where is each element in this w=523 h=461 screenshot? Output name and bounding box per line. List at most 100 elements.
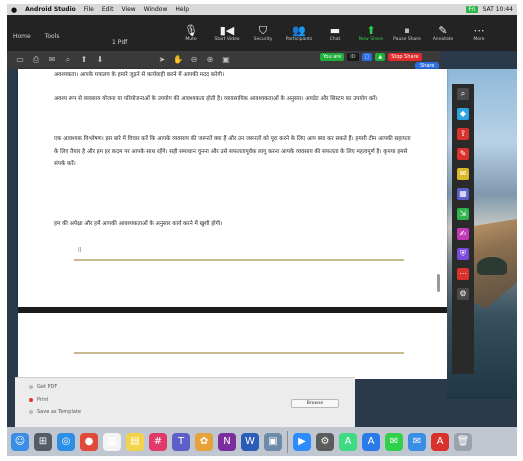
android-studio-icon[interactable]: A bbox=[339, 432, 357, 451]
radio-dot-selected bbox=[29, 397, 33, 402]
status-badge[interactable]: Fri bbox=[466, 6, 478, 13]
stop-share-button[interactable]: Stop Share bbox=[388, 53, 422, 61]
tab-home[interactable]: Home bbox=[13, 33, 31, 40]
search-doc-icon[interactable]: ⌕ bbox=[63, 55, 73, 65]
document-page[interactable]: अवश्यकता। आपके मत्रालय के हमारे जुड़ने स… bbox=[18, 69, 447, 307]
acrobat-icon[interactable]: A bbox=[431, 432, 449, 451]
finder-icon[interactable]: ☺ bbox=[11, 432, 29, 451]
menu-bar: ● Android Studio File Edit View Window H… bbox=[7, 4, 517, 15]
dialog-row-print[interactable]: Print bbox=[29, 397, 49, 403]
menu-app-name[interactable]: Android Studio bbox=[25, 6, 76, 13]
wallpaper-island bbox=[477, 257, 507, 275]
dialog-row-save-template[interactable]: Save as Template bbox=[29, 409, 81, 415]
more-tools-icon[interactable]: ⋯ bbox=[457, 268, 469, 280]
search-icon[interactable]: ⌕ bbox=[457, 88, 469, 100]
slack-icon[interactable]: # bbox=[149, 432, 167, 451]
share-icon: ⬆ bbox=[366, 24, 376, 37]
fill-sign-icon[interactable]: ✍ bbox=[457, 228, 469, 240]
zoom-toolbar: Home Tools 1 Pdf 🎙 Mute ▮◀ Start Video ⛉ Se… bbox=[7, 15, 517, 51]
safari-icon[interactable]: ◎ bbox=[57, 432, 75, 451]
document-page-2[interactable] bbox=[18, 313, 447, 379]
menu-view[interactable]: View bbox=[121, 6, 135, 13]
scrollbar-thumb[interactable] bbox=[437, 274, 440, 292]
edit-pdf-icon[interactable]: ✎ bbox=[457, 148, 469, 160]
chrome-icon[interactable]: ● bbox=[80, 432, 98, 451]
security-button[interactable]: ⛉ Security bbox=[245, 17, 281, 49]
appstore-icon[interactable]: A bbox=[362, 432, 380, 451]
trash-icon[interactable]: 🗑 bbox=[454, 432, 472, 451]
settings-icon[interactable]: ⚙ bbox=[457, 288, 469, 300]
zoom-out-icon[interactable]: ⊖ bbox=[189, 55, 199, 65]
save-icon[interactable]: ▭ bbox=[15, 55, 25, 65]
comment-icon[interactable]: ✉ bbox=[457, 168, 469, 180]
launchpad-icon[interactable]: ⊞ bbox=[34, 432, 52, 451]
participants-icon: 👥 bbox=[292, 24, 306, 37]
participants-button[interactable]: 👥 Participants bbox=[281, 17, 317, 49]
page-down-icon[interactable]: ⬇ bbox=[95, 55, 105, 65]
select-cursor-icon[interactable]: ➤ bbox=[157, 55, 167, 65]
browse-button[interactable]: Browse bbox=[291, 399, 339, 408]
mute-label: Mute bbox=[185, 37, 197, 42]
dock: ☺ ⊞ ◎ ● ▦ ▤ # T ✿ N W ▣ ▶ ⚙ A A ✉ ✉ A 🗑 bbox=[7, 427, 517, 456]
app-tabs: Home Tools bbox=[13, 33, 60, 40]
menu-clock[interactable]: SAT 10:44 bbox=[483, 6, 513, 13]
preview-icon[interactable]: ▣ bbox=[264, 432, 282, 451]
text-cursor: || bbox=[78, 247, 82, 253]
protect-icon[interactable]: ⛨ bbox=[457, 248, 469, 260]
apple-menu-icon[interactable]: ● bbox=[11, 6, 17, 14]
calendar-icon[interactable]: ▦ bbox=[103, 432, 121, 451]
print-icon[interactable]: ⎙ bbox=[31, 55, 41, 65]
shapes-icon[interactable]: ◆ bbox=[457, 108, 469, 120]
messages-icon[interactable]: ✉ bbox=[385, 432, 403, 451]
screen: ● Android Studio File Edit View Window H… bbox=[7, 4, 517, 456]
zoom-icon[interactable]: ▶ bbox=[293, 432, 311, 451]
radio-dot bbox=[29, 409, 33, 414]
compress-icon[interactable]: ⇲ bbox=[457, 208, 469, 220]
dialog-row-label: Print bbox=[37, 397, 49, 403]
new-share-label: New Share bbox=[358, 37, 384, 42]
more-icon: ⋯ bbox=[473, 24, 485, 37]
page-rule-2 bbox=[74, 352, 404, 354]
menu-file[interactable]: File bbox=[84, 6, 94, 13]
notes-icon[interactable]: ▤ bbox=[126, 432, 144, 451]
dialog-row-label: Get PDF bbox=[37, 384, 58, 390]
start-video-label: Start Video bbox=[214, 37, 240, 42]
zoom-in-icon[interactable]: ⊕ bbox=[205, 55, 215, 65]
mail-icon[interactable]: ✉ bbox=[408, 432, 426, 451]
chat-icon: ▬ bbox=[329, 24, 341, 37]
share-status-bar: You are ID ▢ ▲ Stop Share bbox=[320, 53, 422, 61]
view-options-button[interactable]: ▢ bbox=[361, 53, 373, 61]
document-tab-title[interactable]: 1 Pdf bbox=[112, 39, 127, 46]
photos-icon[interactable]: ✿ bbox=[195, 432, 213, 451]
start-video-button[interactable]: ▮◀ Start Video bbox=[209, 17, 245, 49]
hand-tool-icon[interactable]: ✋ bbox=[173, 55, 183, 65]
menu-status-area: Fri SAT 10:44 bbox=[466, 6, 517, 13]
pause-share-button[interactable]: ⏸ Pause Share bbox=[389, 17, 425, 49]
background-dialog: Get PDF Print Save as Template Browse bbox=[15, 377, 355, 427]
menu-edit[interactable]: Edit bbox=[102, 6, 114, 13]
word-icon[interactable]: W bbox=[241, 432, 259, 451]
paragraph-0: अवश्यकता। आपके मत्रालय के हमारे जुड़ने स… bbox=[54, 72, 225, 78]
shield-icon: ⛉ bbox=[258, 24, 268, 37]
new-share-button[interactable]: ⬆ New Share bbox=[353, 17, 389, 49]
teams-icon[interactable]: T bbox=[172, 432, 190, 451]
pause-icon: ⏸ bbox=[404, 24, 410, 37]
onenote-icon[interactable]: N bbox=[218, 432, 236, 451]
dialog-row-get-pdf[interactable]: Get PDF bbox=[29, 384, 57, 390]
menu-help[interactable]: Help bbox=[175, 6, 189, 13]
annotate-button[interactable]: ✎ Annotate bbox=[425, 17, 461, 49]
export-pdf-icon[interactable]: ⇪ bbox=[457, 128, 469, 140]
tab-tools[interactable]: Tools bbox=[45, 33, 60, 40]
pause-share-label: Pause Share bbox=[393, 37, 421, 42]
page-up-icon[interactable]: ⬆ bbox=[79, 55, 89, 65]
share-toggle-button[interactable]: ▲ bbox=[375, 53, 386, 61]
email-icon[interactable]: ✉ bbox=[47, 55, 57, 65]
mute-button[interactable]: 🎙 Mute bbox=[173, 17, 209, 49]
fit-page-icon[interactable]: ▣ bbox=[221, 55, 231, 65]
participants-label: Participants bbox=[285, 37, 313, 42]
menu-window[interactable]: Window bbox=[144, 6, 168, 13]
more-button[interactable]: ⋯ More bbox=[461, 17, 497, 49]
system-preferences-icon[interactable]: ⚙ bbox=[316, 432, 334, 451]
organize-pages-icon[interactable]: ▦ bbox=[457, 188, 469, 200]
chat-button[interactable]: ▬ Chat bbox=[317, 17, 353, 49]
